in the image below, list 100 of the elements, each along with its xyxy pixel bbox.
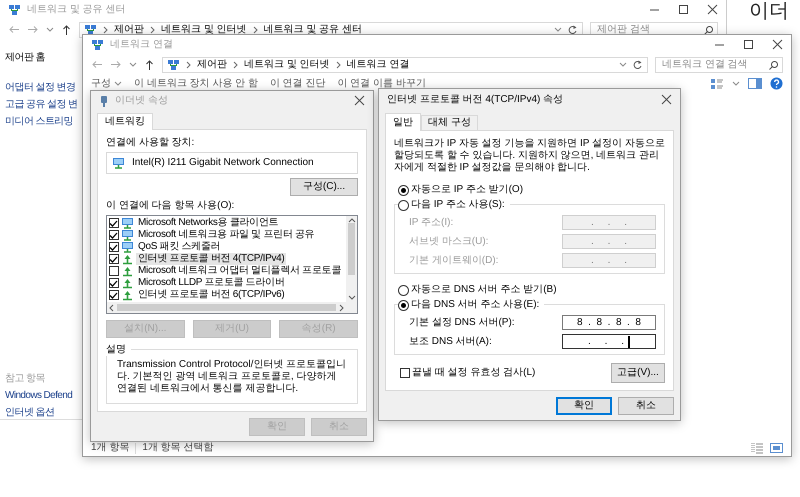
sidebar-link[interactable]: 제어판 홈 bbox=[5, 52, 45, 64]
breadcrumb-item[interactable]: 네트워크 및 공유 센터 bbox=[264, 24, 362, 36]
field-label: 서브넷 마스크(U): bbox=[409, 236, 488, 248]
status-text: 1개 항목 bbox=[91, 442, 130, 454]
maximize-icon[interactable] bbox=[743, 39, 754, 50]
checkbox[interactable] bbox=[109, 290, 119, 300]
scroll-up-icon[interactable] bbox=[348, 218, 356, 223]
breadcrumb-item[interactable]: 네트워크 및 인터넷 bbox=[244, 58, 330, 70]
breadcrumb-item[interactable]: 네트워크 연결 bbox=[346, 58, 410, 70]
maximize-icon[interactable] bbox=[678, 4, 689, 15]
scroll-down-icon[interactable] bbox=[348, 295, 356, 300]
ip-address-field[interactable]: 8 . 8 . 8 . 8 bbox=[562, 315, 656, 330]
close-icon[interactable] bbox=[772, 39, 783, 50]
toolbar-button[interactable]: 이 네트워크 장치 사용 안 함 bbox=[134, 78, 258, 90]
help-icon[interactable] bbox=[770, 77, 783, 90]
dropdown-icon[interactable] bbox=[732, 80, 740, 87]
scrollbar-thumb[interactable] bbox=[117, 304, 336, 311]
checkbox[interactable] bbox=[109, 230, 119, 240]
list-item[interactable]: QoS 패킷 스케줄러 bbox=[136, 241, 222, 253]
list-item[interactable]: Microsoft LLDP 프로토콜 드라이버 bbox=[136, 277, 287, 289]
list-item[interactable]: Microsoft Networks용 클라이언트 bbox=[136, 217, 280, 229]
checkbox[interactable] bbox=[400, 368, 410, 378]
chevron-right-icon bbox=[232, 60, 239, 68]
checkbox[interactable] bbox=[109, 242, 119, 252]
radio-button[interactable] bbox=[398, 200, 409, 210]
checkbox[interactable] bbox=[109, 254, 119, 264]
sidebar-link[interactable]: 미디어 스트리밍 bbox=[5, 116, 73, 128]
field-label: 보조 DNS 서버(A): bbox=[409, 336, 492, 348]
toolbar-button[interactable]: 이 연결 이름 바꾸기 bbox=[337, 78, 426, 90]
ip-address-field[interactable]: . . . bbox=[562, 334, 656, 349]
group-title: 설명 bbox=[106, 344, 131, 356]
sidebar-link[interactable]: 고급 공유 설정 변 bbox=[5, 99, 78, 111]
up-icon[interactable] bbox=[144, 58, 155, 70]
checkbox[interactable] bbox=[109, 278, 119, 288]
breadcrumb-item[interactable]: 제어판 bbox=[114, 24, 144, 36]
chevron-right-icon bbox=[102, 26, 109, 34]
checkbox[interactable] bbox=[109, 266, 119, 276]
dropdown-icon[interactable] bbox=[619, 61, 627, 68]
list-item[interactable]: Microsoft 네트워크용 파일 및 프린터 공유 bbox=[136, 229, 316, 241]
close-icon[interactable] bbox=[707, 4, 718, 15]
field-label: 연결에 사용할 장치: bbox=[106, 137, 196, 149]
sidebar-link[interactable]: Windows Defend bbox=[5, 390, 72, 402]
search-field[interactable]: 네트워크 연결 검색 bbox=[655, 56, 783, 72]
toolbar-menu[interactable]: 구성 bbox=[91, 78, 122, 90]
protocol-icon bbox=[121, 289, 134, 301]
breadcrumb-item[interactable]: 네트워크 및 인터넷 bbox=[161, 24, 247, 36]
cancel-button[interactable]: 취소 bbox=[618, 397, 674, 415]
search-icon[interactable] bbox=[768, 60, 779, 70]
refresh-icon[interactable] bbox=[632, 59, 643, 70]
close-icon[interactable] bbox=[661, 94, 672, 105]
protocol-icon bbox=[121, 265, 134, 277]
network-icon bbox=[91, 38, 104, 50]
dropdown-icon[interactable] bbox=[554, 26, 562, 33]
network-icon bbox=[167, 58, 180, 70]
breadcrumb-item[interactable]: 제어판 bbox=[197, 58, 227, 70]
toolbar-button[interactable]: 이 연결 진단 bbox=[270, 78, 326, 90]
network-adapter-icon bbox=[112, 157, 125, 169]
configure-button[interactable]: 구성(C)... bbox=[290, 178, 358, 196]
scroll-left-icon[interactable] bbox=[109, 304, 114, 312]
preview-pane-icon[interactable] bbox=[748, 77, 762, 90]
refresh-icon[interactable] bbox=[567, 24, 578, 35]
address-bar[interactable]: 제어판 네트워크 및 인터넷 네트워크 연결 bbox=[162, 56, 648, 72]
vertical-scrollbar[interactable] bbox=[346, 216, 357, 302]
scroll-right-icon[interactable] bbox=[339, 304, 344, 312]
details-view-icon[interactable] bbox=[751, 442, 764, 454]
radio-label[interactable]: 자동으로 DNS 서버 주소 받기(B) bbox=[411, 284, 557, 296]
window-title: 네트워크 연결 bbox=[110, 38, 173, 50]
close-icon[interactable] bbox=[354, 95, 365, 106]
tab[interactable]: 일반 bbox=[385, 113, 421, 131]
tab[interactable]: 네트워킹 bbox=[97, 113, 153, 130]
list-item[interactable]: Microsoft 네트워크 어댑터 멀티플렉서 프로토콜 bbox=[136, 265, 343, 277]
radio-button[interactable] bbox=[398, 300, 409, 310]
horizontal-scrollbar[interactable] bbox=[107, 302, 346, 313]
status-text: 1개 항목 선택함 bbox=[142, 442, 214, 454]
network-component-icon bbox=[121, 229, 134, 241]
advanced-button[interactable]: 고급(V)... bbox=[611, 363, 665, 383]
recent-locations-icon[interactable] bbox=[46, 26, 54, 33]
recent-locations-icon[interactable] bbox=[129, 61, 137, 68]
checkbox[interactable] bbox=[109, 218, 119, 228]
ok-button[interactable]: 확인 bbox=[556, 397, 612, 415]
change-view-icon[interactable] bbox=[710, 78, 724, 90]
large-icons-view-icon[interactable] bbox=[770, 442, 783, 454]
search-icon[interactable] bbox=[703, 24, 714, 36]
tab[interactable]: 대체 구성 bbox=[421, 115, 478, 130]
radio-button[interactable] bbox=[398, 184, 409, 196]
radio-label[interactable]: 자동으로 IP 주소 받기(O) bbox=[411, 184, 524, 196]
list-item[interactable]: 인터넷 프로토콜 버전 6(TCP/IPv6) bbox=[136, 289, 286, 301]
field-label: IP 주소(I): bbox=[409, 216, 454, 228]
scrollbar-thumb[interactable] bbox=[348, 223, 355, 275]
sidebar-link[interactable]: 어댑터 설정 변경 bbox=[5, 82, 76, 94]
checkbox-label[interactable]: 끝낼 때 설정 유효성 검사(L) bbox=[412, 367, 536, 379]
sidebar-link[interactable]: 인터넷 옵션 bbox=[5, 407, 54, 419]
window-heading: 이더 bbox=[749, 0, 790, 22]
network-icon bbox=[84, 24, 97, 36]
radio-button[interactable] bbox=[398, 284, 409, 296]
caret-icon bbox=[114, 80, 122, 87]
description-text: Transmission Control Protocol/인터넷 프로토콜입니다. 기본적인 광역 네트워크 프로토콜로, 다양하게 연결된 네트워크에서 통신를 제공합니다. bbox=[117, 359, 348, 395]
section-heading: 참고 항목 bbox=[5, 373, 45, 385]
list-item[interactable]: 인터넷 프로토콜 버전 4(TCP/IPv4) bbox=[136, 253, 286, 265]
up-icon[interactable] bbox=[61, 24, 72, 36]
